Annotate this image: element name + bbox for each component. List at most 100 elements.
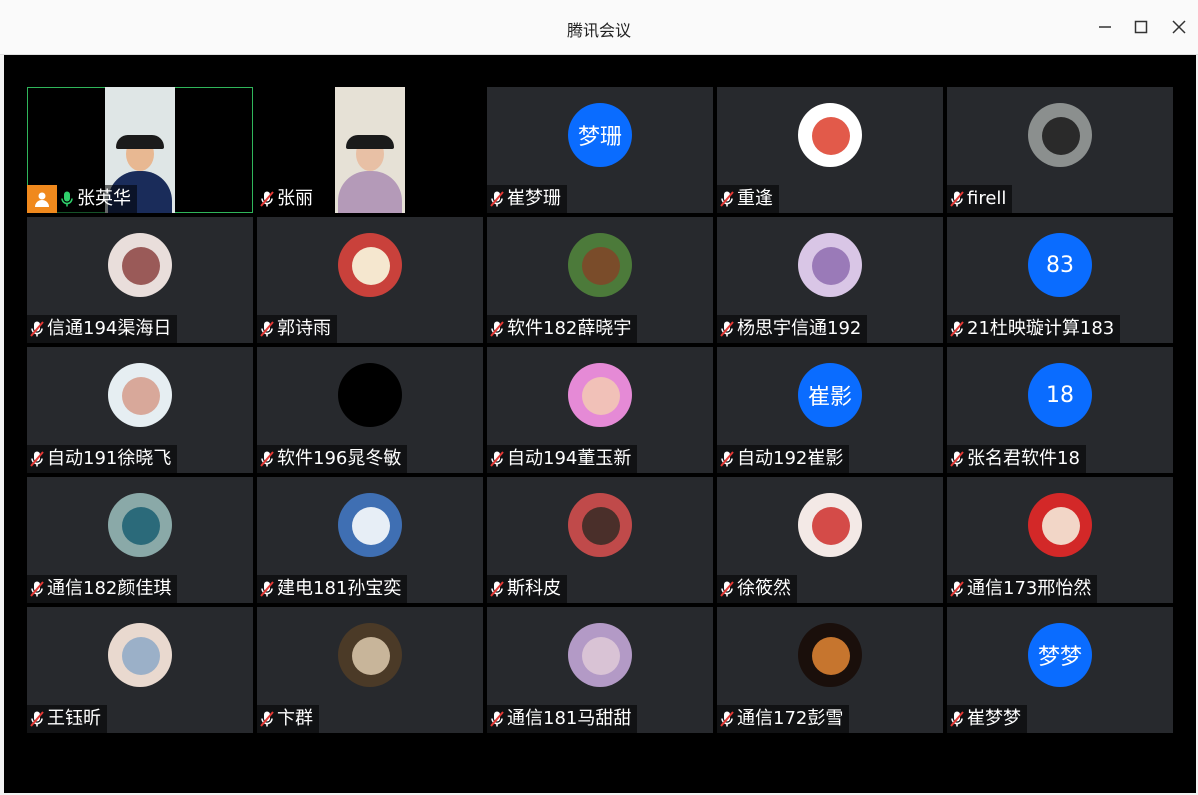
avatar: 梦梦 [1028, 623, 1092, 687]
mic-muted-icon [720, 581, 734, 597]
participant-tile[interactable]: 崔影 自动192崔影 [717, 347, 943, 473]
avatar [108, 363, 172, 427]
participant-tile[interactable]: 郭诗雨 [257, 217, 483, 343]
name-label-bar: 斯科皮 [487, 575, 567, 603]
name-label-bar: 自动192崔影 [717, 445, 850, 473]
participant-name: 通信182颜佳琪 [47, 578, 172, 599]
mic-status [487, 185, 507, 213]
participant-tile[interactable]: 王钰昕 [27, 607, 253, 733]
name-label-bar: 信通194渠海日 [27, 315, 178, 343]
participant-tile[interactable]: 梦珊 崔梦珊 [487, 87, 713, 213]
participant-name: 杨思宇信通192 [737, 318, 862, 339]
participant-name: 软件196晁冬敏 [277, 448, 402, 469]
avatar: 梦珊 [568, 103, 632, 167]
mic-muted-icon [490, 191, 504, 207]
participant-tile[interactable]: 通信181马甜甜 [487, 607, 713, 733]
participant-tile[interactable]: 徐筱然 [717, 477, 943, 603]
participant-tile[interactable]: 张丽 [257, 87, 483, 213]
participant-name: 王钰昕 [47, 708, 101, 729]
avatar [568, 493, 632, 557]
avatar [338, 493, 402, 557]
name-label-bar: 张丽 [257, 185, 319, 213]
avatar [1028, 103, 1092, 167]
mic-muted-icon [260, 581, 274, 597]
avatar [108, 493, 172, 557]
name-label-bar: 自动191徐晓飞 [27, 445, 178, 473]
mic-muted-icon [950, 321, 964, 337]
mic-muted-icon [30, 711, 44, 727]
participant-tile[interactable]: 通信173邢怡然 [947, 477, 1173, 603]
participant-tile[interactable]: 张英华 [27, 87, 253, 213]
participant-tile[interactable]: 通信172彭雪 [717, 607, 943, 733]
mic-muted-icon [490, 581, 504, 597]
participant-name: 重逢 [737, 188, 773, 209]
mic-status [257, 705, 277, 733]
participant-tile[interactable]: 重逢 [717, 87, 943, 213]
participant-tile[interactable]: 软件182薛晓宇 [487, 217, 713, 343]
minimize-button[interactable] [1090, 12, 1120, 42]
participant-name: 自动192崔影 [737, 448, 844, 469]
participant-tile[interactable]: 18 张名君软件18 [947, 347, 1173, 473]
participant-tile[interactable]: 软件196晁冬敏 [257, 347, 483, 473]
window-title: 腾讯会议 [566, 21, 631, 40]
mic-status [487, 315, 507, 343]
close-button[interactable] [1164, 12, 1194, 42]
participant-tile[interactable]: 斯科皮 [487, 477, 713, 603]
mic-status [257, 445, 277, 473]
name-label-bar: 通信181马甜甜 [487, 705, 638, 733]
name-label-bar: 崔梦珊 [487, 185, 567, 213]
participant-tile[interactable]: 通信182颜佳琪 [27, 477, 253, 603]
mic-status [947, 575, 967, 603]
mic-status [257, 575, 277, 603]
participant-tile[interactable]: firell [947, 87, 1173, 213]
mic-status [27, 445, 47, 473]
avatar [798, 103, 862, 167]
avatar [798, 623, 862, 687]
mic-status [487, 705, 507, 733]
participant-grid: 张英华 张丽 梦珊 崔梦珊 重逢 firell 信通194渠海日 郭诗雨 软件1… [27, 87, 1173, 733]
avatar [568, 363, 632, 427]
name-label-bar: 21杜映璇计算183 [947, 315, 1121, 343]
participant-tile[interactable]: 83 21杜映璇计算183 [947, 217, 1173, 343]
mic-status [27, 315, 47, 343]
mic-status [717, 575, 737, 603]
mic-status [487, 445, 507, 473]
maximize-button[interactable] [1126, 12, 1156, 42]
participant-tile[interactable]: 自动194董玉新 [487, 347, 713, 473]
meeting-stage: 张英华 张丽 梦珊 崔梦珊 重逢 firell 信通194渠海日 郭诗雨 软件1… [4, 55, 1196, 793]
participant-name: 张丽 [277, 188, 313, 209]
mic-muted-icon [260, 711, 274, 727]
name-label-bar: 崔梦梦 [947, 705, 1027, 733]
participant-tile[interactable]: 卞群 [257, 607, 483, 733]
participant-name: 卞群 [277, 708, 313, 729]
mic-status [27, 705, 47, 733]
participant-tile[interactable]: 杨思宇信通192 [717, 217, 943, 343]
mic-muted-icon [260, 451, 274, 467]
mic-status [27, 575, 47, 603]
avatar [338, 233, 402, 297]
avatar [798, 233, 862, 297]
name-label-bar: 张名君软件18 [947, 445, 1086, 473]
participant-name: 通信173邢怡然 [967, 578, 1092, 599]
participant-tile[interactable]: 信通194渠海日 [27, 217, 253, 343]
mic-muted-icon [490, 711, 504, 727]
mic-status [717, 445, 737, 473]
mic-status [717, 705, 737, 733]
mic-muted-icon [30, 581, 44, 597]
participant-name: 信通194渠海日 [47, 318, 172, 339]
name-label-bar: 杨思宇信通192 [717, 315, 868, 343]
mic-muted-icon [720, 451, 734, 467]
mic-status [717, 185, 737, 213]
user-icon [35, 192, 49, 207]
mic-muted-icon [30, 321, 44, 337]
title-bar: 腾讯会议 [0, 0, 1198, 55]
participant-name: 自动194董玉新 [507, 448, 632, 469]
participant-tile[interactable]: 梦梦 崔梦梦 [947, 607, 1173, 733]
participant-tile[interactable]: 建电181孙宝奕 [257, 477, 483, 603]
name-label-bar: 王钰昕 [27, 705, 107, 733]
participant-tile[interactable]: 自动191徐晓飞 [27, 347, 253, 473]
participant-name: firell [967, 188, 1007, 209]
name-label-bar: 重逢 [717, 185, 779, 213]
avatar: 崔影 [798, 363, 862, 427]
mic-muted-icon [260, 191, 274, 207]
